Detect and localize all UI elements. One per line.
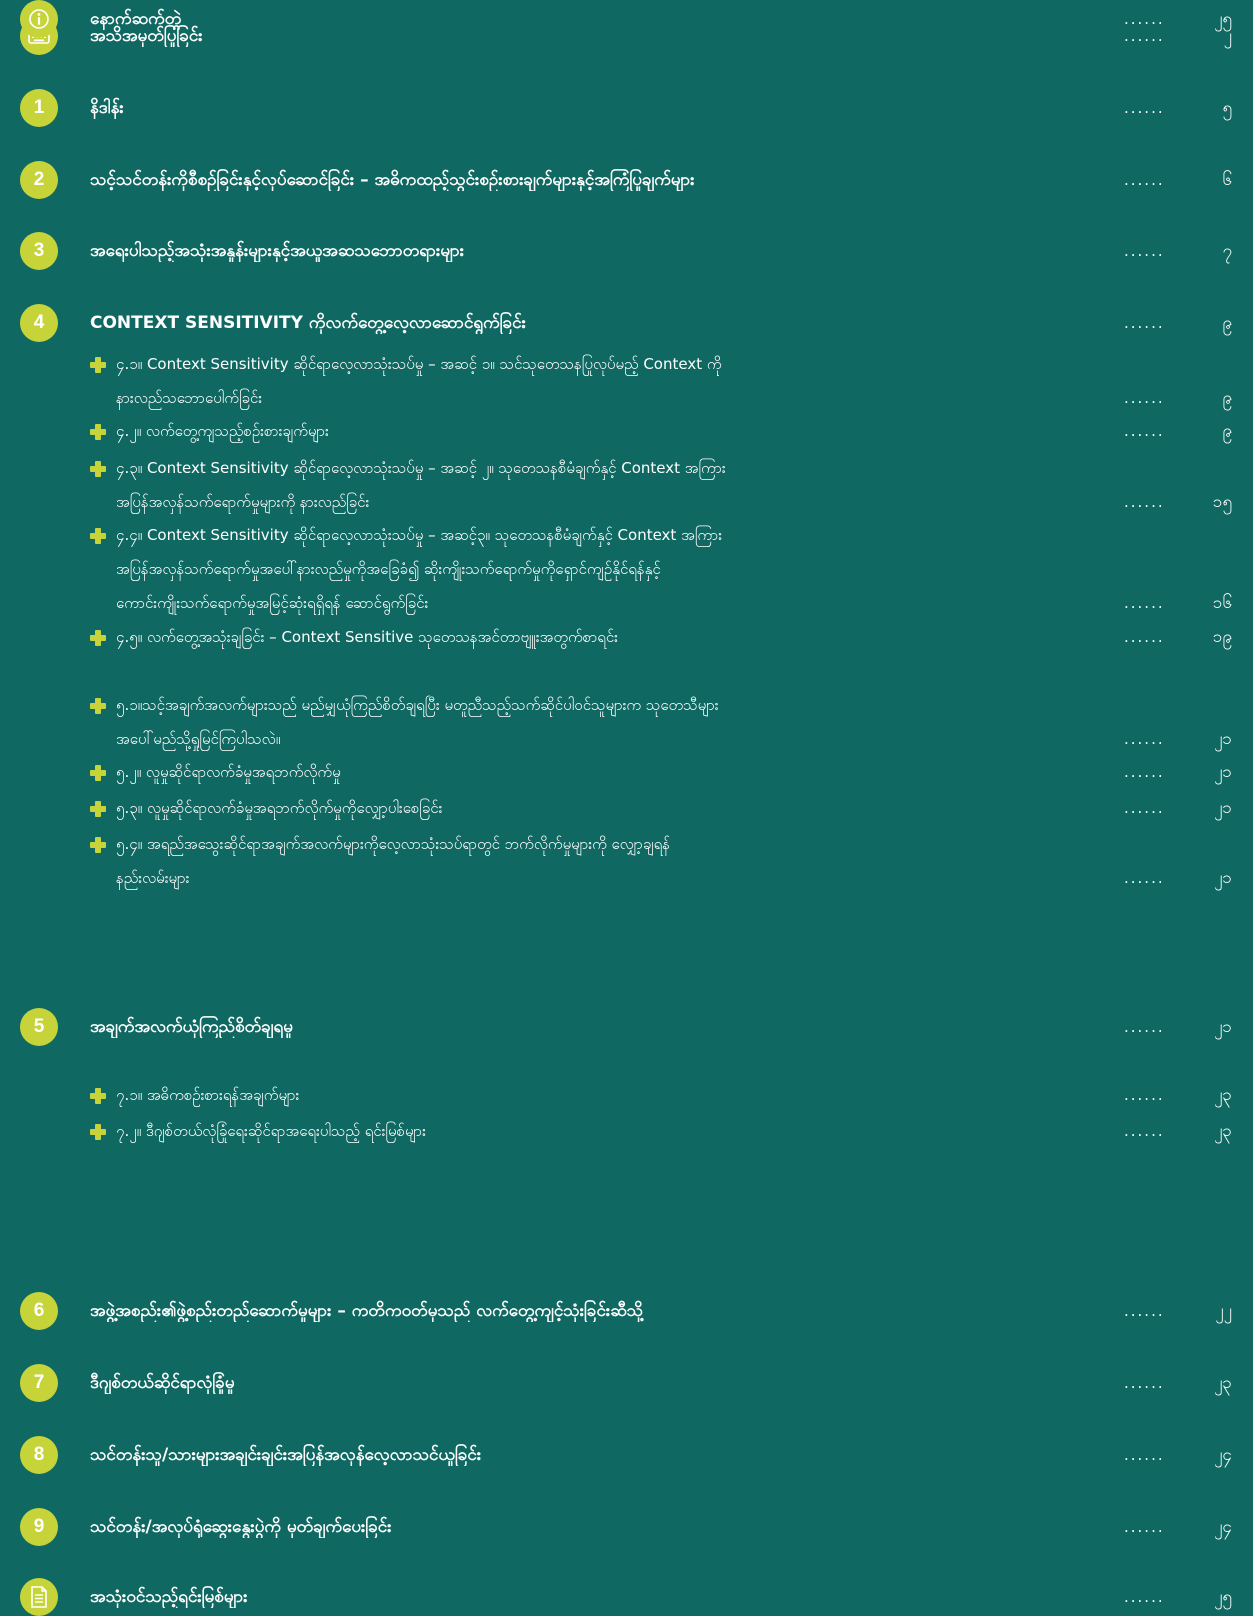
toc-entry-title: သင့်သင်တန်းကိုစီစဉ်ခြင်းနှင့်လုပ်ဆောင်ခြ… xyxy=(90,170,695,190)
chapter-number-badge: 2 xyxy=(20,161,58,199)
page-number: ၂၃ xyxy=(1214,1085,1232,1105)
plus-bullet-icon xyxy=(90,424,106,440)
leader-dots: ...... xyxy=(1124,1374,1165,1392)
toc-entry-title: အသုံးဝင်သည့်ရင်းမြစ်များ xyxy=(90,1587,248,1607)
page-number: ၂၁ xyxy=(1214,868,1232,888)
chapter-number-badge: 1 xyxy=(20,89,58,127)
toc-entry-title: နောက်ဆက်တွဲ xyxy=(90,9,182,29)
leader-dots: ...... xyxy=(1124,242,1165,260)
info-icon xyxy=(20,0,58,38)
toc-entry-title: ဒီဂျစ်တယ်ဆိုင်ရာလုံခြုံမှု xyxy=(90,1373,235,1393)
leader-dots: ...... xyxy=(1124,1518,1165,1536)
plus-bullet-icon xyxy=(90,801,106,817)
page-number: ၉ xyxy=(1222,388,1232,408)
plus-bullet-icon xyxy=(90,630,106,646)
toc-subentry-text: ၄.၄။ Context Sensitivity ဆိုင်ရာလေ့လာသုံ… xyxy=(116,526,723,544)
toc-entry-title: CONTEXT SENSITIVITY ကိုလက်တွေ့လေ့လာဆောင်… xyxy=(90,313,526,333)
leader-dots: ...... xyxy=(1124,493,1165,511)
toc-subentry-text: ၅.၁။သင့်အချက်အလက်များသည် မည်မျှယုံကြည်စိ… xyxy=(116,696,719,714)
toc-entry-title: သင်တန်းသူ/သားများအချင်းချင်းအပြန်အလှန်လေ… xyxy=(90,1445,482,1465)
page-number: ၆ xyxy=(1222,170,1232,190)
toc-subentry-text: ၄.၂။ လက်တွေ့ကျသည့်စဉ်းစားချက်များ xyxy=(116,422,329,440)
toc-subentry-text: ၄.၃။ Context Sensitivity ဆိုင်ရာလေ့လာသုံ… xyxy=(116,459,726,477)
page-number: ၂၃ xyxy=(1214,1121,1232,1141)
plus-bullet-icon xyxy=(90,765,106,781)
page-number: ၂၄ xyxy=(1214,1445,1232,1465)
leader-dots: ...... xyxy=(1124,1122,1165,1140)
plus-bullet-icon xyxy=(90,837,106,853)
plus-bullet-icon xyxy=(90,698,106,714)
plus-bullet-icon xyxy=(90,461,106,477)
toc-entry-title: အချက်အလက်ယုံကြည်စိတ်ချရမှု xyxy=(90,1017,293,1037)
leader-dots: ...... xyxy=(1124,799,1165,817)
chapter-number-badge: 6 xyxy=(20,1292,58,1330)
chapter-number-badge: 5 xyxy=(20,1008,58,1046)
leader-dots: ...... xyxy=(1124,594,1165,612)
leader-dots: ...... xyxy=(1124,763,1165,781)
toc-entry-title: အရေးပါသည့်အသုံးအနှုန်းများနှင့်အယူအဆသဘော… xyxy=(90,241,465,261)
page-number: ၂၁ xyxy=(1214,762,1232,782)
table-of-contents: အသိအမှတ်ပြုခြင်း...... ၂ 1 နိဒါန်း...... ၅ 2 သ… xyxy=(0,0,1253,1616)
page-number: ၂၁ xyxy=(1214,798,1232,818)
leader-dots: ...... xyxy=(1124,389,1165,407)
plus-bullet-icon xyxy=(90,528,106,544)
page-number: ၂၅ xyxy=(1214,9,1232,29)
toc-subentry-text: ၄.၁။ Context Sensitivity ဆိုင်ရာလေ့လာသုံ… xyxy=(116,355,722,373)
leader-dots: ...... xyxy=(1124,1018,1165,1036)
toc-entry-title: သင်တန်း/အလုပ်ရုံဆွေးနွေးပွဲကို မှတ်ချက်ပ… xyxy=(90,1517,392,1537)
chapter-number-badge: 9 xyxy=(20,1508,58,1546)
leader-dots: ...... xyxy=(1124,99,1165,117)
leader-dots: ...... xyxy=(1124,422,1165,440)
leader-dots: ...... xyxy=(1124,730,1165,748)
toc-subentry-text: ၅.၃။ လူမှုဆိုင်ရာလက်ခံမှုအရဘက်လိုက်မှုကိ… xyxy=(116,799,443,817)
leader-dots: ...... xyxy=(1124,171,1165,189)
page-number: ၇ xyxy=(1222,241,1232,261)
toc-subentry-text: ၄.၅။ လက်တွေ့အသုံးချခြင်း – Context Sensi… xyxy=(116,628,618,646)
toc-subentry-text: အပြန်အလှန်သက်ရောက်မှုအပေါ်နားလည်မှုကိုအခ… xyxy=(116,560,661,578)
page-number: ၁၆ xyxy=(1212,593,1232,613)
chapter-number-badge: 3 xyxy=(20,232,58,270)
page-number: ၁၅ xyxy=(1212,492,1232,512)
toc-subentry-text: ကောင်းကျိုးသက်ရောက်မှုအမြင့်ဆုံးရရှိရန် … xyxy=(116,594,429,612)
page-number: ၂၁ xyxy=(1214,729,1232,749)
page-number: ၂၃ xyxy=(1214,1373,1232,1393)
chapter-number-badge: 8 xyxy=(20,1436,58,1474)
page-number: ၁၉ xyxy=(1212,627,1232,647)
toc-subentry-text: ၇.၂။ ဒီဂျစ်တယ်လုံခြုံရေးဆိုင်ရာအရေးပါသည့… xyxy=(116,1122,426,1140)
toc-entry-title: အဖွဲ့အစည်း၏ဖွဲ့စည်းတည်ဆောက်မှုများ – ကတိ… xyxy=(90,1301,644,1321)
plus-bullet-icon xyxy=(90,1124,106,1140)
leader-dots: ...... xyxy=(1124,1086,1165,1104)
toc-subentry-text: ၇.၁။ အဓိကစဉ်းစားရန်အချက်များ xyxy=(116,1086,300,1104)
leader-dots: ...... xyxy=(1124,10,1165,28)
toc-subentry-text: နားလည်သဘောပေါက်ခြင်း xyxy=(116,389,263,407)
toc-subentry-text: ၅.၂။ လူမှုဆိုင်ရာလက်ခံမှုအရဘက်လိုက်မှု xyxy=(116,763,341,781)
toc-subentry-text: အပြန်အလှန်သက်ရောက်မှုများကို နားလည်ခြင်း xyxy=(116,493,370,511)
chapter-number-badge: 4 xyxy=(20,304,58,342)
page-number: ၂၄ xyxy=(1214,1517,1232,1537)
toc-page: { "toc": { "entries": [ {"badge": "keybo… xyxy=(0,0,1253,1616)
leader-dots: ...... xyxy=(1124,314,1165,332)
toc-entry-title: နိဒါန်း xyxy=(90,98,124,118)
plus-bullet-icon xyxy=(90,357,106,373)
chapter-number-badge: 7 xyxy=(20,1364,58,1402)
leader-dots: ...... xyxy=(1124,1302,1165,1320)
page-number: ၅ xyxy=(1222,98,1232,118)
toc-subentry-text: အပေါ်မည်သို့ရှုမြင်ကြပါသလဲ။ xyxy=(116,730,281,748)
toc-subentry-text: နည်းလမ်းများ xyxy=(116,869,190,887)
page-number: ၂၂ xyxy=(1215,1301,1232,1321)
toc-subentry-text: ၅.၄။ အရည်အသွေးဆိုင်ရာအချက်အလက်များကိုလေ့… xyxy=(116,835,671,853)
document-icon xyxy=(20,1578,58,1616)
leader-dots: ...... xyxy=(1124,1446,1165,1464)
page-number: ၉ xyxy=(1222,421,1232,441)
leader-dots: ...... xyxy=(1124,628,1165,646)
page-number: ၉ xyxy=(1222,313,1232,333)
leader-dots: ...... xyxy=(1124,1588,1165,1606)
plus-bullet-icon xyxy=(90,1088,106,1104)
page-number: ၂၁ xyxy=(1214,1017,1232,1037)
leader-dots: ...... xyxy=(1124,869,1165,887)
page-number: ၂၅ xyxy=(1214,1587,1232,1607)
